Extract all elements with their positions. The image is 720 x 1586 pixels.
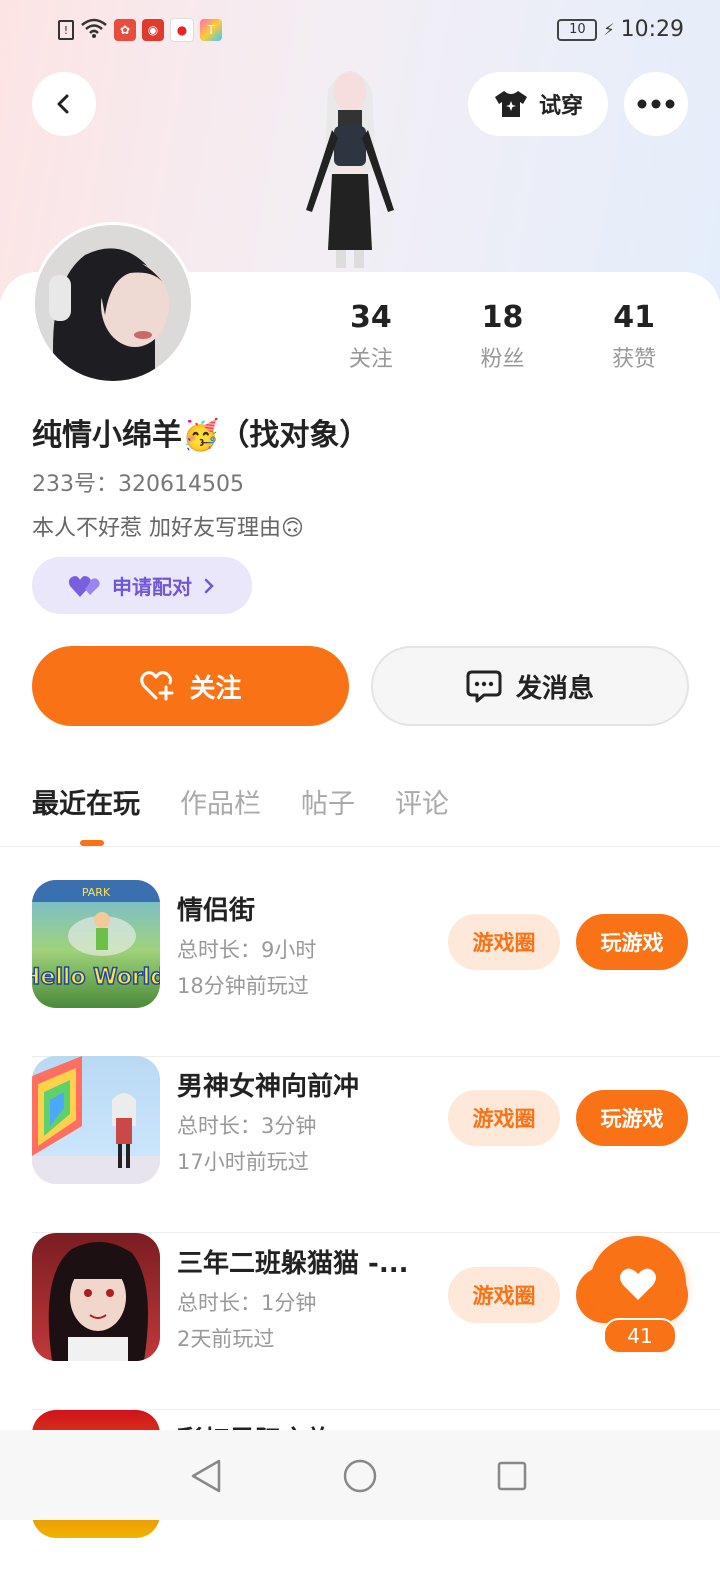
avatar-character-figure[interactable] [288, 60, 412, 274]
app-notification-icon: ✿ [114, 19, 136, 41]
status-time: 10:29 [620, 17, 684, 42]
play-game-button[interactable]: 玩游戏 [576, 1090, 688, 1146]
game-play-duration: 总时长：1分钟 [177, 1291, 317, 1315]
battery-icon: 10 [557, 18, 598, 41]
wifi-icon [80, 18, 108, 42]
profile-bio: 本人不好惹 加好友写理由🙃 [32, 516, 304, 541]
game-title: 男神女神向前冲 [177, 1072, 360, 1102]
stat-followers[interactable]: 18 粉丝 [437, 300, 569, 373]
chat-bubble-icon [466, 670, 502, 703]
profile-stats: 34 关注 18 粉丝 41 获赞 [320, 300, 700, 373]
try-on-label: 试穿 [538, 94, 583, 119]
send-message-button[interactable]: 发消息 [371, 646, 689, 726]
stat-following[interactable]: 34 关注 [305, 300, 437, 373]
game-icon: PARK Hello World [32, 880, 160, 1008]
more-dots-icon [637, 99, 675, 109]
stat-label: 获赞 [612, 347, 657, 372]
stat-value: 34 [349, 300, 392, 335]
profile-tabs: 最近在玩 作品栏 帖子 评论 [32, 782, 449, 821]
game-last-played: 18分钟前玩过 [177, 974, 309, 998]
chevron-left-icon [57, 94, 69, 114]
stat-value: 41 [613, 300, 656, 335]
game-last-played: 17小时前玩过 [177, 1150, 309, 1174]
app-notification-icon: T [200, 19, 222, 41]
game-icon [32, 1233, 160, 1361]
heart-plus-icon [140, 671, 174, 701]
floating-like-count: 41 [603, 1318, 677, 1354]
nav-back-button[interactable] [186, 1456, 226, 1496]
system-nav-bar [0, 1430, 720, 1520]
game-title: 情侣街 [177, 896, 256, 926]
game-circle-button[interactable]: 游戏圈 [448, 914, 560, 970]
request-pair-button[interactable]: 申请配对 [32, 557, 252, 614]
triangle-back-icon [191, 1459, 221, 1493]
tab-posts[interactable]: 帖子 [301, 782, 355, 821]
stat-value: 18 [481, 300, 524, 335]
more-options-button[interactable] [624, 72, 688, 136]
game-last-played: 2天前玩过 [177, 1327, 275, 1351]
profile-name: 纯情小绵羊🥳（找对象） [32, 418, 370, 453]
stat-likes[interactable]: 41 获赞 [568, 300, 700, 373]
divider [0, 846, 720, 847]
app-notification-icon: ◉ [142, 19, 164, 41]
stat-label: 关注 [348, 347, 393, 372]
request-pair-label: 申请配对 [112, 575, 192, 599]
game-title: 三年二班躲猫猫 -... [177, 1249, 409, 1279]
follow-button[interactable]: 关注 [32, 646, 349, 726]
tshirt-icon [494, 91, 527, 117]
circle-home-icon [343, 1459, 377, 1493]
game-list-item[interactable]: PARK Hello World 情侣街 总时长：9小时 18分钟前玩过 游戏圈… [32, 880, 720, 1057]
svg-text:Hello World: Hello World [32, 965, 160, 990]
game-play-duration: 总时长：9小时 [177, 938, 317, 962]
play-game-button[interactable]: 玩游戏 [576, 914, 688, 970]
profile-uid[interactable]: 233号：320614505 [32, 466, 244, 498]
game-list-item[interactable]: 男神女神向前冲 总时长：3分钟 17小时前玩过 游戏圈 玩游戏 [32, 1056, 720, 1233]
game-circle-button[interactable]: 游戏圈 [448, 1090, 560, 1146]
charging-icon: ⚡ [603, 20, 615, 39]
double-heart-icon [68, 575, 100, 597]
try-on-button[interactable]: 试穿 [468, 72, 608, 136]
follow-label: 关注 [189, 673, 242, 704]
chevron-right-icon [204, 578, 214, 593]
heart-icon [620, 1268, 656, 1300]
profile-avatar[interactable] [32, 222, 194, 384]
game-circle-button[interactable]: 游戏圈 [448, 1267, 560, 1323]
app-notification-icon: ● [170, 18, 194, 42]
nav-recents-button[interactable] [492, 1456, 532, 1496]
svg-text:PARK: PARK [82, 886, 111, 899]
tab-comments[interactable]: 评论 [395, 782, 449, 821]
game-play-duration: 总时长：3分钟 [177, 1114, 317, 1138]
send-message-label: 发消息 [515, 673, 594, 704]
square-recents-icon [497, 1461, 527, 1491]
nav-home-button[interactable] [340, 1456, 380, 1496]
stat-label: 粉丝 [480, 347, 525, 372]
back-button[interactable] [32, 72, 96, 136]
status-bar: ! ✿ ◉ ● T 10 ⚡ 10:29 [0, 0, 720, 60]
tab-works[interactable]: 作品栏 [180, 782, 261, 821]
sim-alert-icon: ! [58, 20, 74, 40]
tab-recently-played[interactable]: 最近在玩 [32, 782, 140, 821]
game-icon [32, 1056, 160, 1184]
